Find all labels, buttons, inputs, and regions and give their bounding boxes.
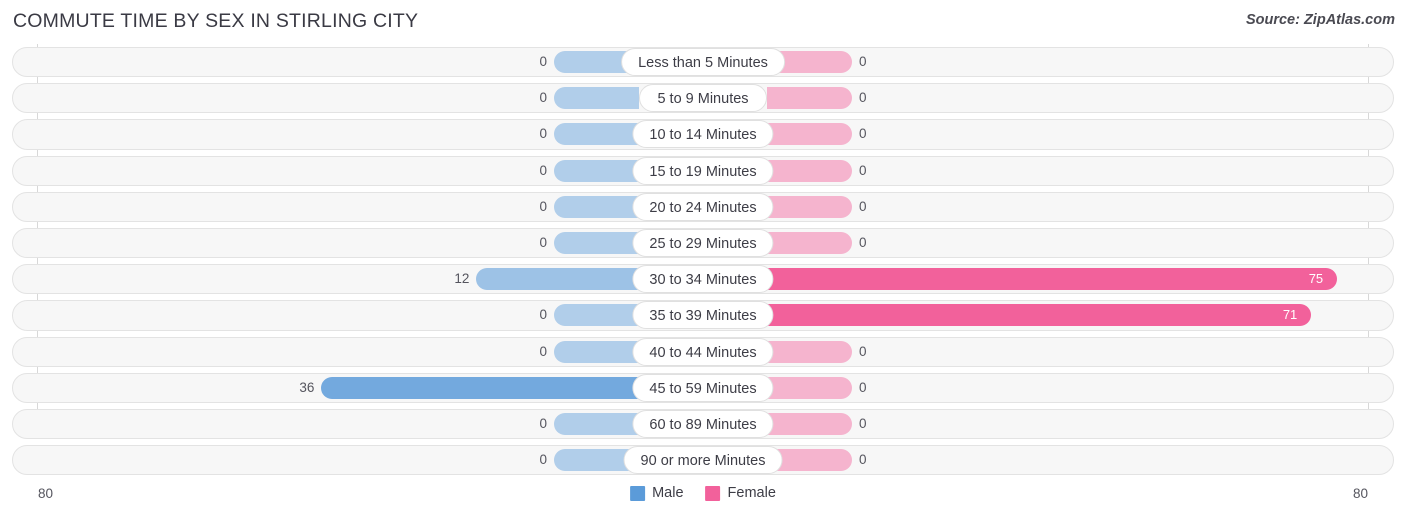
- table-row: 0 71 35 to 39 Minutes: [0, 297, 1406, 333]
- legend-swatch-icon: [705, 485, 721, 501]
- table-row: 36 0 45 to 59 Minutes: [0, 370, 1406, 406]
- male-value-label: 36: [299, 379, 315, 395]
- male-bar[interactable]: [554, 304, 639, 327]
- female-bar[interactable]: [767, 159, 852, 182]
- category-label: 35 to 39 Minutes: [632, 301, 774, 330]
- female-bar[interactable]: [767, 195, 852, 218]
- category-label: 40 to 44 Minutes: [632, 337, 774, 366]
- male-value-label: 0: [539, 343, 547, 359]
- category-label: 60 to 89 Minutes: [632, 409, 774, 438]
- female-bar[interactable]: [767, 376, 852, 399]
- category-label: 20 to 24 Minutes: [632, 192, 774, 221]
- source-attribution: Source: ZipAtlas.com: [1245, 12, 1395, 28]
- female-bar[interactable]: [767, 87, 852, 110]
- female-value-label: 75: [1308, 271, 1324, 287]
- axis-tick-right: 80: [1352, 486, 1368, 501]
- female-value-label: 0: [859, 126, 867, 142]
- table-row: 0 0 25 to 29 Minutes: [0, 225, 1406, 261]
- male-bar[interactable]: [554, 340, 639, 363]
- female-value-label: 0: [859, 452, 867, 468]
- category-label: 30 to 34 Minutes: [632, 265, 774, 294]
- female-bar[interactable]: [767, 340, 852, 363]
- male-value-label: 0: [539, 90, 547, 106]
- female-value-label: 0: [859, 198, 867, 214]
- table-row: 0 0 15 to 19 Minutes: [0, 153, 1406, 189]
- chart-plot-area: 0 0 Less than 5 Minutes 0 0 5 to 9 Minutes 0 0 1…: [0, 44, 1406, 482]
- category-label: 5 to 9 Minutes: [639, 84, 767, 113]
- category-label: 25 to 29 Minutes: [632, 228, 774, 257]
- female-value-label: 0: [859, 379, 867, 395]
- legend-item-female[interactable]: Female: [705, 485, 776, 501]
- table-row: 0 0 10 to 14 Minutes: [0, 116, 1406, 152]
- female-value-label: 0: [859, 234, 867, 250]
- legend-label: Female: [727, 485, 776, 501]
- male-value-label: 0: [539, 234, 547, 250]
- table-row: 0 0 20 to 24 Minutes: [0, 189, 1406, 225]
- male-bar[interactable]: [554, 87, 639, 110]
- female-bar[interactable]: [767, 304, 1311, 327]
- male-bar[interactable]: [321, 376, 639, 399]
- male-value-label: 0: [539, 54, 547, 69]
- female-value-label: 71: [1282, 307, 1298, 323]
- male-value-label: 0: [539, 162, 547, 178]
- category-label: 45 to 59 Minutes: [632, 373, 774, 402]
- legend-label: Male: [652, 485, 684, 501]
- male-bar[interactable]: [476, 268, 639, 291]
- male-value-label: 0: [539, 307, 547, 323]
- category-label: 90 or more Minutes: [623, 446, 783, 475]
- category-label: 10 to 14 Minutes: [632, 120, 774, 149]
- female-value-label: 0: [859, 54, 867, 69]
- male-bar[interactable]: [554, 231, 639, 254]
- table-row: 0 0 Less than 5 Minutes: [0, 44, 1406, 80]
- axis-tick-left: 80: [38, 486, 54, 501]
- legend-item-male[interactable]: Male: [630, 485, 684, 501]
- male-bar[interactable]: [554, 159, 639, 182]
- female-bar[interactable]: [767, 123, 852, 146]
- table-row: 0 0 90 or more Minutes: [0, 442, 1406, 478]
- chart-header: COMMUTE TIME BY SEX IN STIRLING CITY Sou…: [0, 0, 1406, 44]
- male-bar[interactable]: [554, 195, 639, 218]
- male-value-label: 0: [539, 452, 547, 468]
- chart-legend: Male Female: [630, 485, 776, 501]
- male-bar[interactable]: [554, 123, 639, 146]
- table-row: 0 0 60 to 89 Minutes: [0, 406, 1406, 442]
- female-value-label: 0: [859, 343, 867, 359]
- female-bar[interactable]: [767, 412, 852, 435]
- female-bar[interactable]: [767, 268, 1337, 291]
- category-label: 15 to 19 Minutes: [632, 156, 774, 185]
- male-value-label: 12: [454, 271, 470, 287]
- male-value-label: 0: [539, 198, 547, 214]
- legend-swatch-icon: [630, 485, 646, 501]
- bar-rows: 0 0 Less than 5 Minutes 0 0 5 to 9 Minutes 0 0 1…: [0, 44, 1406, 478]
- table-row: 0 0 5 to 9 Minutes: [0, 80, 1406, 116]
- category-label: Less than 5 Minutes: [621, 48, 785, 76]
- page-title: COMMUTE TIME BY SEX IN STIRLING CITY: [13, 10, 419, 32]
- female-value-label: 0: [859, 415, 867, 431]
- female-value-label: 0: [859, 162, 867, 178]
- male-value-label: 0: [539, 126, 547, 142]
- female-value-label: 0: [859, 90, 867, 106]
- male-value-label: 0: [539, 415, 547, 431]
- table-row: 0 0 40 to 44 Minutes: [0, 334, 1406, 370]
- female-bar[interactable]: [767, 231, 852, 254]
- table-row: 12 75 30 to 34 Minutes: [0, 261, 1406, 297]
- male-bar[interactable]: [554, 412, 639, 435]
- chart-footer: 80 80 Male Female: [0, 478, 1406, 522]
